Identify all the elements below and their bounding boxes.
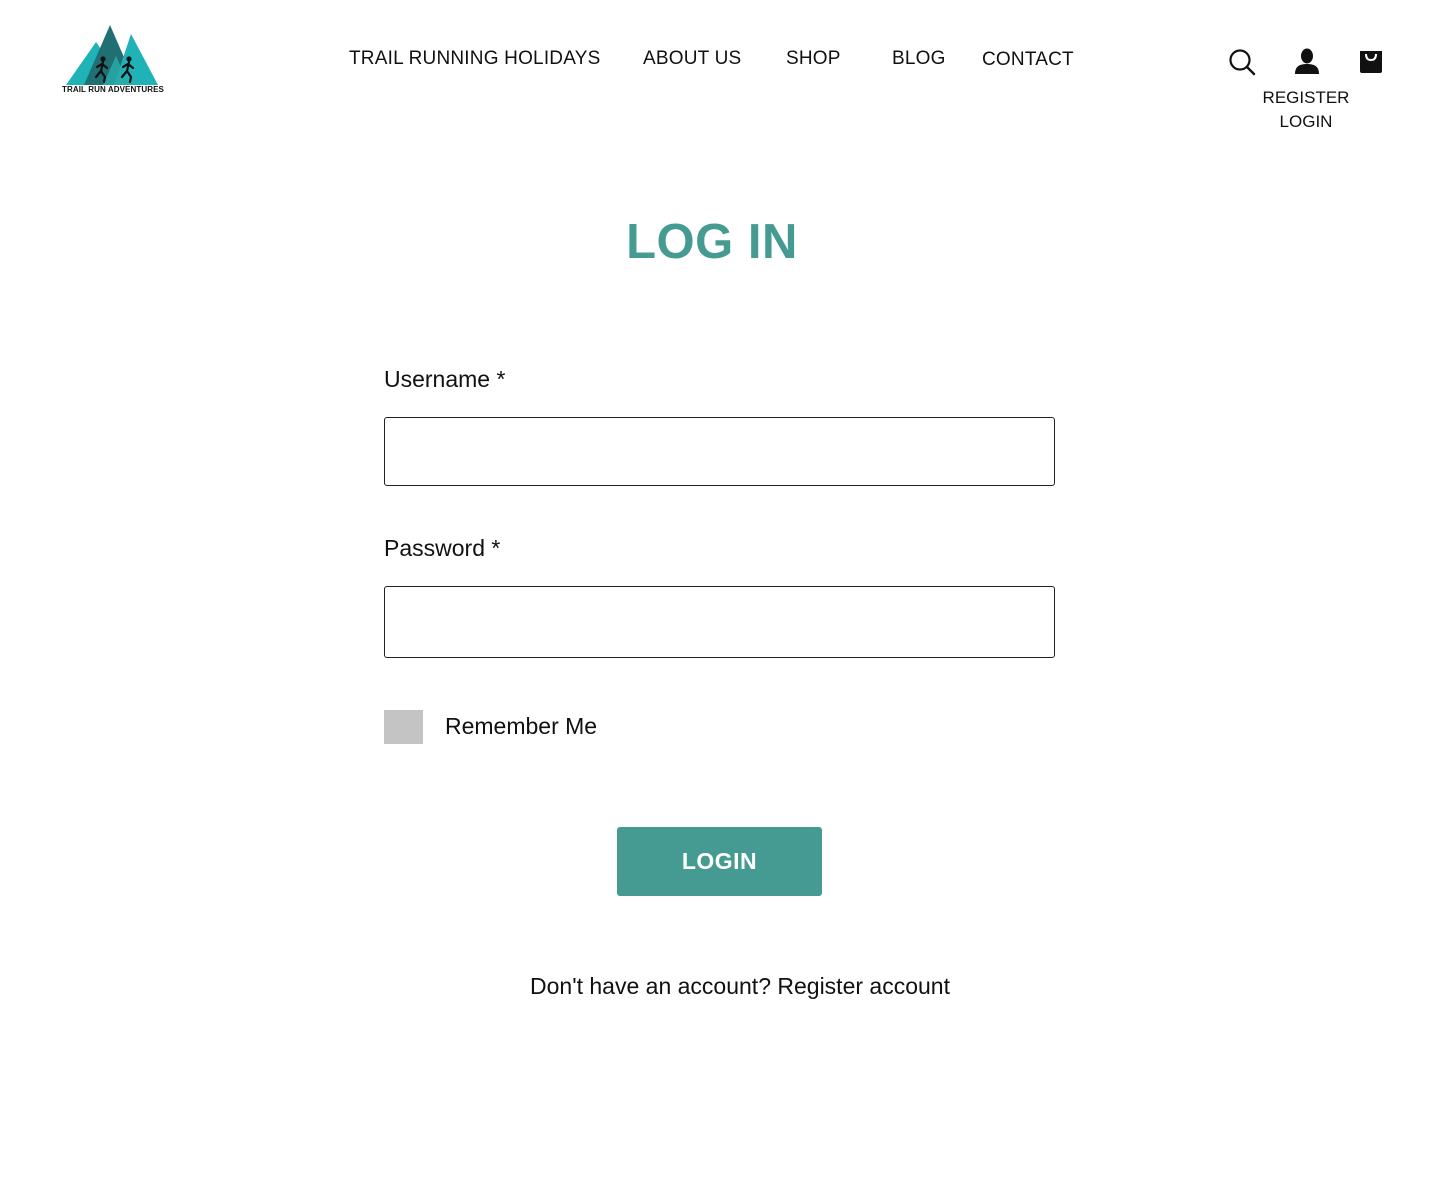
shopping-bag-icon[interactable]: [1358, 48, 1384, 74]
register-account-link[interactable]: Register account: [777, 973, 950, 999]
username-input[interactable]: [384, 417, 1055, 486]
login-button[interactable]: LOGIN: [617, 827, 822, 896]
logo-text: TRAIL RUN ADVENTURES: [61, 85, 164, 94]
password-input[interactable]: [384, 586, 1055, 658]
user-icon[interactable]: [1294, 48, 1320, 75]
nav-item-blog[interactable]: BLOG: [892, 48, 946, 70]
nav-item-shop[interactable]: SHOP: [786, 48, 841, 70]
page-title: LOG IN: [626, 215, 798, 269]
login-link[interactable]: LOGIN: [1256, 110, 1356, 134]
remember-me-checkbox[interactable]: [384, 710, 423, 744]
register-prompt-text: Don't have an account?: [530, 973, 771, 999]
username-label: Username *: [384, 366, 506, 392]
account-links: REGISTER LOGIN: [1256, 86, 1356, 134]
register-prompt: Don't have an account? Register account: [0, 973, 1440, 1000]
nav-item-trail-running-holidays[interactable]: TRAIL RUNNING HOLIDAYS: [349, 48, 600, 70]
password-label: Password *: [384, 535, 501, 561]
nav-item-contact[interactable]: CONTACT: [982, 49, 1074, 71]
site-logo[interactable]: TRAIL RUN ADVENTURES: [58, 22, 168, 98]
register-link[interactable]: REGISTER: [1256, 86, 1356, 110]
logo-mountains-icon: [66, 25, 158, 85]
search-icon[interactable]: [1228, 48, 1256, 76]
remember-me-label[interactable]: Remember Me: [445, 713, 597, 740]
nav-item-about-us[interactable]: ABOUT US: [643, 48, 741, 70]
